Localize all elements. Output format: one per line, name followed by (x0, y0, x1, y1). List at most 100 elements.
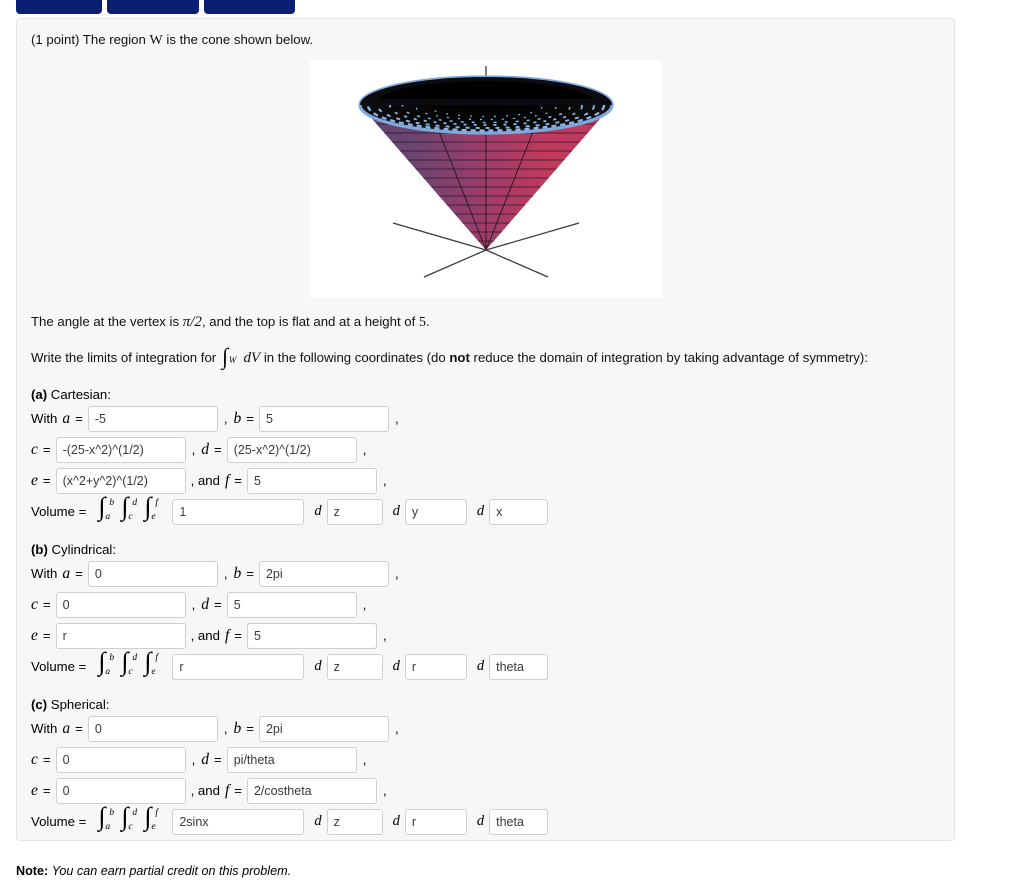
cylindrical-eq-f: = (234, 628, 242, 644)
instruction-mid: in the following coordinates (do (263, 350, 446, 366)
vertex-text-mid: , and the top is flat and at a height of (201, 314, 416, 330)
problem-list-button[interactable]: Problem List (16, 0, 102, 14)
spherical-row-ef: e = , and f = , (31, 777, 940, 804)
cylindrical-input-d[interactable] (226, 591, 357, 618)
cylindrical-volume-label: Volume = (31, 659, 87, 675)
cylindrical-input-a[interactable] (87, 560, 218, 587)
cylindrical-input-e[interactable] (55, 622, 186, 649)
spherical-eq-b: = (246, 721, 254, 737)
spherical-with-label: With (31, 721, 58, 737)
triple-integral-icon-cylindrical: ∫ b a ∫ d c ∫ f e (96, 646, 165, 680)
cartesian-eq-e: = (42, 473, 51, 489)
page-root: Problem List Next Problem Prev Problem (… (0, 0, 1024, 886)
cylindrical-input-c[interactable] (55, 591, 186, 618)
spherical-var-a: a (62, 719, 71, 737)
spherical-d3-label: d (476, 813, 485, 830)
cartesian-input-d3[interactable] (489, 498, 549, 525)
cylindrical-input-d2[interactable] (404, 653, 467, 680)
spherical-var-c: c (31, 750, 38, 768)
cylindrical-var-c: c (31, 595, 38, 613)
cartesian-var-a: a (62, 409, 71, 427)
cylindrical-row-ef: e = , and f = , (31, 622, 940, 649)
cylindrical-input-f[interactable] (246, 622, 377, 649)
spherical-input-d[interactable] (226, 746, 357, 773)
cartesian-row-ab: With a = , b = , (31, 405, 940, 432)
spherical-input-integrand[interactable] (172, 808, 305, 835)
cylindrical-input-d3[interactable] (489, 653, 549, 680)
section-spherical-title: (c) Spherical: (31, 697, 940, 712)
cylindrical-d1-label: d (314, 658, 322, 675)
cartesian-input-d2[interactable] (404, 498, 467, 525)
integral-cd-icon-cyl: ∫ d c (121, 646, 138, 677)
cylindrical-input-d1[interactable] (326, 653, 383, 680)
cylindrical-var-f: f (224, 626, 230, 644)
cartesian-input-f[interactable] (246, 467, 377, 494)
spherical-comma-2: , (394, 721, 399, 737)
partial-credit-note: Note: You can earn partial credit on thi… (16, 864, 291, 878)
cylindrical-var-b: b (233, 564, 242, 582)
cartesian-comma-2: , (394, 411, 399, 427)
integral-over-w-icon: ∫ W (221, 344, 237, 370)
cartesian-var-e: e (31, 471, 38, 489)
spherical-and-label: , and (190, 783, 220, 799)
cylindrical-var-e: e (31, 626, 38, 644)
spherical-input-b[interactable] (258, 715, 389, 742)
cartesian-input-integrand[interactable] (172, 498, 305, 525)
spherical-eq-c: = (42, 752, 51, 768)
cartesian-input-b[interactable] (258, 405, 389, 432)
spherical-input-d2[interactable] (404, 808, 467, 835)
problem-points-text: (1 point) The region (31, 32, 146, 47)
spherical-var-e: e (31, 781, 38, 799)
cylindrical-eq-a: = (75, 566, 83, 582)
problem-panel: (1 point) The region W is the cone shown… (16, 18, 955, 841)
prev-problem-button[interactable]: Prev Problem (203, 0, 296, 14)
section-cylindrical-name: Cylindrical: (51, 541, 117, 557)
integral-ef-icon-sph: ∫ f e (144, 801, 158, 832)
triple-integral-icon: ∫ b a ∫ d c ∫ f e (96, 493, 165, 525)
integral-cd-icon-sph: ∫ d c (121, 801, 138, 832)
spherical-input-c[interactable] (55, 746, 186, 773)
cartesian-row-volume: Volume = ∫ba ∫dc ∫fe d (31, 493, 940, 525)
integral-ef-icon-cyl: ∫ f e (144, 646, 158, 677)
cartesian-input-e[interactable] (55, 467, 186, 494)
spherical-eq-f: = (234, 783, 242, 799)
instruction-bold-not: not (449, 350, 470, 366)
cylindrical-input-b[interactable] (258, 560, 389, 587)
integral-ab-icon-cyl: ∫ b a (98, 646, 115, 677)
cylindrical-d2-label: d (392, 658, 400, 675)
cylindrical-var-d: d (201, 595, 210, 613)
next-problem-button[interactable]: Next Problem (106, 0, 199, 14)
vertex-description: The angle at the vertex is π/2, and the … (31, 312, 940, 334)
cartesian-input-d[interactable] (226, 436, 357, 463)
vertex-text-pre: The angle at the vertex is (31, 314, 180, 330)
cartesian-comma-3: , (191, 442, 196, 458)
note-text: You can earn partial credit on this prob… (51, 864, 292, 878)
cartesian-input-c[interactable] (55, 436, 186, 463)
spherical-input-a[interactable] (87, 715, 218, 742)
cylindrical-row-cd: c = , d = , (31, 591, 940, 618)
spherical-input-d3[interactable] (489, 808, 549, 835)
spherical-comma-5: , (382, 783, 387, 799)
cylindrical-input-integrand[interactable] (172, 653, 305, 680)
cone-figure (309, 60, 662, 299)
integral-ab-icon-sph: ∫ b a (98, 801, 115, 832)
section-cylindrical-title: (b) Cylindrical: (31, 542, 940, 557)
problem-statement-tail: is the cone shown below. (166, 32, 314, 47)
cartesian-input-d1[interactable] (326, 498, 383, 525)
cartesian-eq-f: = (234, 473, 242, 489)
cylindrical-and-label: , and (190, 628, 220, 644)
cylindrical-comma-4: , (362, 597, 367, 613)
note-label: Note: (16, 864, 49, 878)
cylindrical-eq-e: = (42, 628, 51, 644)
cylindrical-row-ab: With a = , b = , (31, 560, 940, 587)
cartesian-eq-d: = (214, 442, 222, 458)
cartesian-comma-1: , (223, 411, 228, 427)
cartesian-volume-label: Volume = (31, 504, 87, 520)
spherical-comma-3: , (191, 752, 196, 768)
spherical-input-f[interactable] (246, 777, 377, 804)
spherical-input-d1[interactable] (326, 808, 383, 835)
spherical-input-e[interactable] (55, 777, 186, 804)
spherical-eq-a: = (75, 721, 83, 737)
cartesian-input-a[interactable] (87, 405, 218, 432)
section-spherical-letter: (c) (31, 696, 48, 712)
